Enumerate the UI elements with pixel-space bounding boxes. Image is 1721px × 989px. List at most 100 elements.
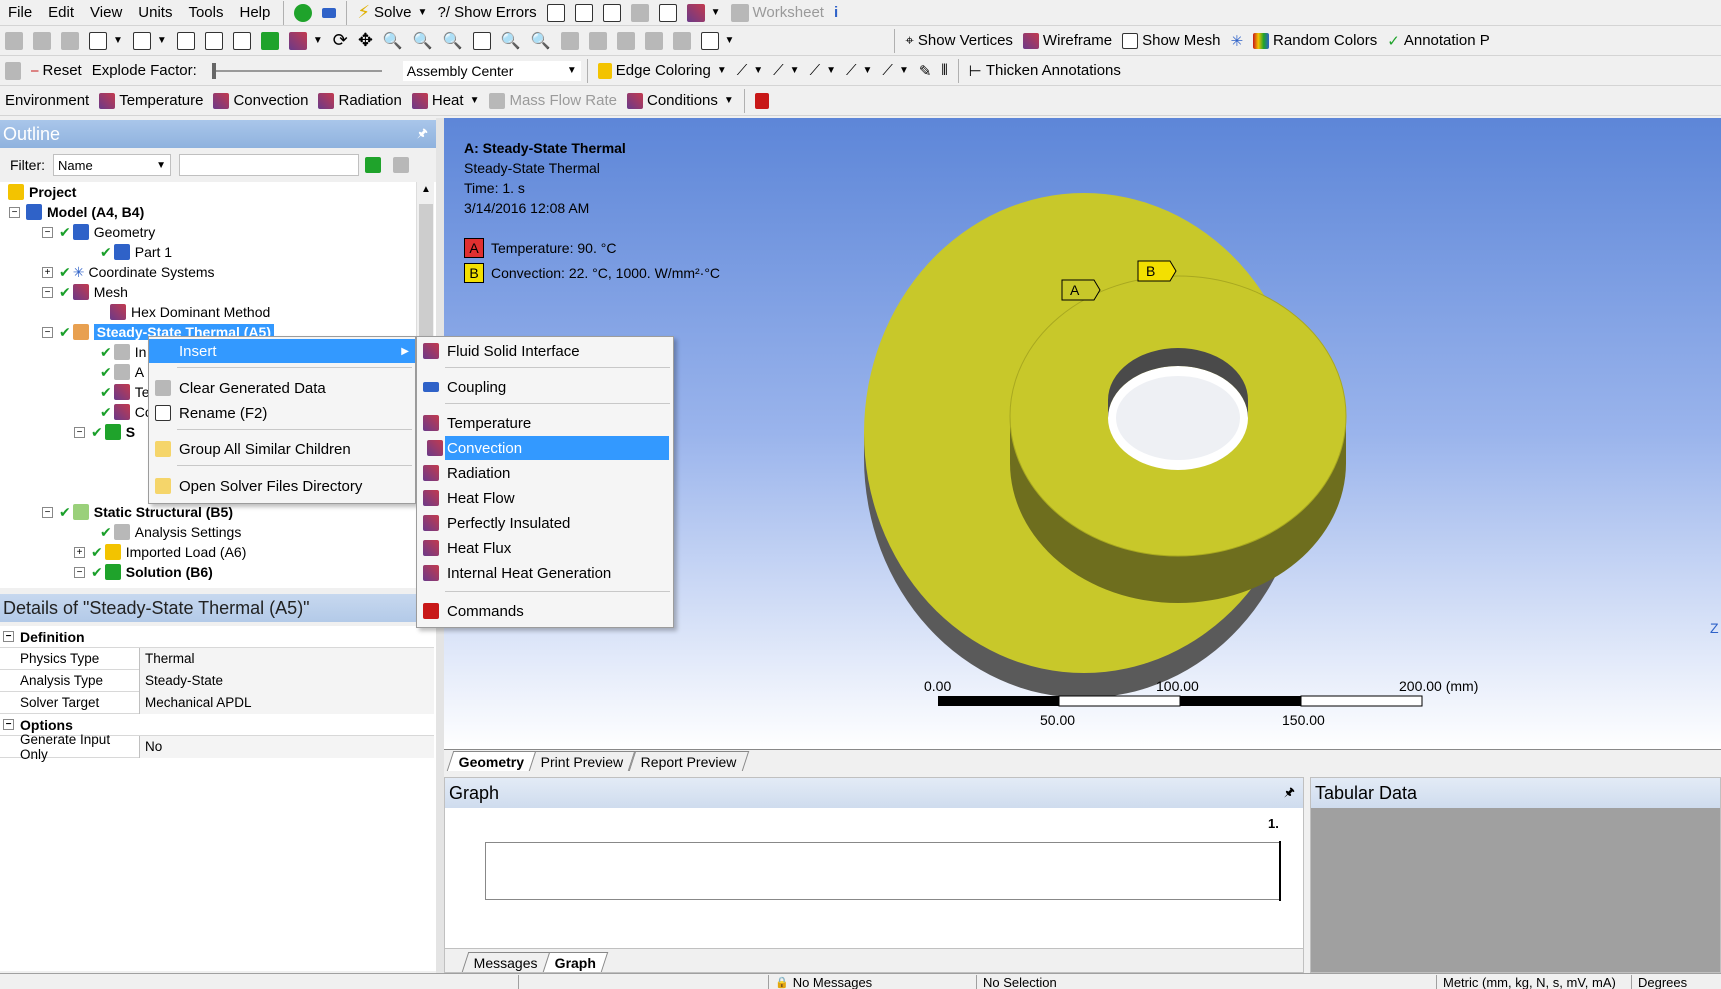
tree-child-4[interactable]: ✔ Co [100,402,153,422]
heat-button[interactable]: Heat ▼ [407,88,485,114]
edge-tool-2[interactable]: ⟋ ▼ [768,58,804,84]
menu-item-group-all-similar[interactable]: Group All Similar Children [149,437,415,461]
expand-icon[interactable]: + [42,266,53,278]
tb2-tool-4[interactable]: ▼ [84,28,128,54]
collapse-icon[interactable]: − [3,631,14,642]
edge-coloring-button[interactable]: Edge Coloring ▼ [593,58,732,84]
annotation-tag-b[interactable]: B [1137,260,1177,282]
radiation-button[interactable]: Radiation [313,88,406,114]
tree-child-5[interactable]: − ✔ S [74,422,135,442]
tool-f-button[interactable]: ▼ [682,0,726,25]
menu-item-insert[interactable]: Insert ▶ [149,339,415,363]
camera-button[interactable] [640,28,668,54]
tree-solution[interactable]: − ✔ Solution (B6) [74,562,213,582]
commands-button[interactable] [750,88,774,114]
tree-imported-load[interactable]: + ✔ Imported Load (A6) [74,542,246,562]
tab-messages[interactable]: Messages [461,952,551,972]
conditions-button[interactable]: Conditions ▼ [622,88,739,114]
scroll-up-icon[interactable]: ▲ [421,184,431,195]
zoom-fit-button[interactable]: 🔍 [438,28,468,54]
reset-button[interactable]: ⎯ Reset [26,58,87,84]
wireframe-button[interactable]: Wireframe [1018,28,1117,54]
tb2-tool-3[interactable] [56,28,84,54]
collapse-icon[interactable]: − [3,719,14,730]
submenu-fluid-solid-interface[interactable]: Fluid Solid Interface [417,339,673,363]
chevron-down-icon[interactable]: ▼ [711,7,721,18]
pin-icon[interactable]: 🖈 [417,124,428,145]
menu-view[interactable]: View [82,4,130,21]
submenu-perfectly-insulated[interactable]: Perfectly Insulated [417,511,673,535]
magnifier-button[interactable]: 🔍 [526,28,556,54]
submenu-heat-flux[interactable]: Heat Flux [417,536,673,560]
tab-geometry[interactable]: Geometry [446,751,537,771]
explode-icon-button[interactable] [0,58,26,84]
iso-button[interactable] [556,28,584,54]
tree-coordinate-systems[interactable]: + ✔ ✳ Coordinate Systems [42,262,215,282]
next-view-button[interactable] [612,28,640,54]
thicken-icon-button[interactable]: ⫴ [936,58,952,84]
submenu-convection[interactable]: Convection [427,436,669,460]
chevron-down-icon[interactable]: ▼ [157,35,167,46]
menu-item-rename[interactable]: Rename (F2) [149,401,415,425]
tb2-tool-6[interactable] [172,28,200,54]
zoom-green-button[interactable]: 🔍 [496,28,526,54]
status-units[interactable]: Metric (mm, kg, N, s, mV, mA) [1436,975,1631,989]
show-mesh-button[interactable]: Show Mesh [1117,28,1225,54]
tree-mesh[interactable]: − ✔ Mesh [42,282,128,302]
pin-button[interactable]: ✎ [914,58,937,84]
tree-child-2[interactable]: ✔ A [100,362,144,382]
solve-button[interactable]: ⚡ Solve ▼ [352,0,432,25]
collapse-icon[interactable]: − [9,206,20,218]
row-analysis-type[interactable]: Analysis Type Steady-State [0,669,434,692]
collapse-icon[interactable]: − [74,566,85,578]
tree-child-1[interactable]: ✔ In [100,342,146,362]
refresh-icon[interactable] [365,157,381,173]
tool-b-button[interactable] [570,0,598,25]
chevron-down-icon[interactable]: ▼ [313,35,323,46]
annotation-tag-a[interactable]: A [1061,279,1101,301]
assembly-center-select[interactable]: Assembly Center ▼ [401,59,582,82]
show-errors-button[interactable]: ?/ Show Errors [432,0,541,25]
edge-tool-3[interactable]: ⟋ ▼ [805,58,841,84]
pan-button[interactable]: ✥ [353,28,378,54]
menu-help[interactable]: Help [232,4,279,21]
filter-search-input[interactable] [179,154,359,176]
submenu-temperature[interactable]: Temperature [417,411,673,435]
rotate-button[interactable]: ⟳ [328,28,353,54]
menu-tools[interactable]: Tools [180,4,231,21]
tool-c-button[interactable] [598,0,626,25]
collapse-icon[interactable]: − [74,426,85,438]
tb2-tool-10[interactable]: ▼ [284,28,328,54]
filter-select[interactable]: Name ▼ [53,154,171,176]
tb2-tool-5[interactable]: ▼ [128,28,172,54]
tree-sync-button[interactable] [317,0,341,25]
menu-item-open-solver-files[interactable]: Open Solver Files Directory [149,474,415,498]
collapse-icon[interactable]: − [42,326,53,338]
row-physics-type[interactable]: Physics Type Thermal [0,647,434,670]
help-pointer-button[interactable]: i [829,0,843,25]
edge-tool-5[interactable]: ⟋ ▼ [877,58,913,84]
explode-factor-slider[interactable] [211,61,382,81]
timeline-graph[interactable] [485,841,1281,901]
mass-flow-rate-button[interactable]: Mass Flow Rate [484,88,622,114]
worksheet-button[interactable]: Worksheet [726,0,829,25]
tree-model[interactable]: − Model (A4, B4) [9,202,144,222]
tb2-tool-1[interactable] [0,28,28,54]
collapse-icon[interactable]: − [42,506,53,518]
tree-project[interactable]: Project [8,182,76,202]
submenu-radiation[interactable]: Radiation [417,461,673,485]
status-degrees[interactable]: Degrees [1631,975,1721,989]
tb2-tool-9[interactable] [256,28,284,54]
previous-view-button[interactable] [584,28,612,54]
tree-part1[interactable]: ✔ Part 1 [100,242,172,262]
chevron-down-icon[interactable]: ▼ [113,35,123,46]
collapse-icon[interactable]: − [42,226,53,238]
check-button[interactable] [289,0,317,25]
edge-tool-4[interactable]: ⟋ ▼ [841,58,877,84]
menu-units[interactable]: Units [130,4,180,21]
collapse-icon[interactable]: − [42,286,53,298]
row-solver-target[interactable]: Solver Target Mechanical APDL [0,691,434,714]
temperature-button[interactable]: Temperature [94,88,208,114]
tab-print-preview[interactable]: Print Preview [529,751,637,771]
tab-graph[interactable]: Graph [542,952,609,972]
